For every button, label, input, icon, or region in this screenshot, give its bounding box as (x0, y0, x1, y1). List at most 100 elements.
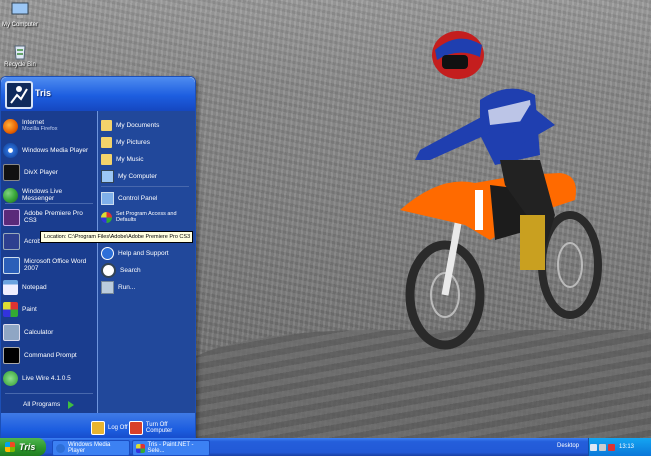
menu-separator (5, 203, 93, 204)
place-my-music[interactable]: My Music (101, 152, 193, 166)
media-player-icon (3, 142, 18, 158)
place-help-and-support[interactable]: Help and Support (101, 246, 193, 260)
place-my-pictures[interactable]: My Pictures (101, 135, 193, 149)
user-name: Tris (35, 88, 52, 98)
start-button-label: Tris (19, 442, 36, 452)
start-button[interactable]: Tris (0, 438, 46, 456)
desktop-toolbar-label[interactable]: Desktop (557, 443, 579, 449)
media-player-icon (56, 443, 65, 453)
all-programs-arrow-icon (68, 401, 74, 409)
search-icon (101, 262, 116, 278)
log-off-label: Log Off (108, 425, 128, 431)
place-control-panel[interactable]: Control Panel (101, 191, 193, 205)
desktop-icon-label: My Computer (1, 22, 38, 28)
place-title: Help and Support (118, 249, 169, 257)
place-title: Run... (118, 283, 136, 291)
place-title: Control Panel (118, 194, 158, 202)
volume-icon[interactable] (599, 443, 606, 451)
recent-item-title: Paint (22, 305, 37, 313)
my-computer-icon (11, 2, 29, 18)
taskbar-item-paint[interactable]: Tris - Paint.NET - Sele... (132, 440, 210, 456)
taskbar-item-label: Windows Media Player (68, 442, 111, 454)
place-my-computer[interactable]: My Computer (101, 169, 193, 183)
recent-item-notepad[interactable]: Notepad (3, 277, 95, 297)
recent-item-title: Adobe Premiere Pro CS3 (24, 210, 83, 224)
place-title: Set Program Access and Defaults (116, 211, 177, 223)
place-search[interactable]: Search (101, 262, 193, 278)
desktop-icon-my-computer[interactable]: My Computer (0, 2, 40, 28)
taskbar-item-label: Tris - Paint.NET - Sele... (147, 442, 194, 454)
clock[interactable]: 13:13 (619, 444, 634, 450)
pinned-item-windows-live-messenger[interactable]: Windows Live Messenger (3, 185, 95, 205)
folder-icon (101, 119, 112, 131)
run-icon (101, 280, 114, 294)
pinned-item-title: Windows Media Player (22, 146, 89, 154)
acrobat-icon (3, 232, 20, 250)
folder-icon (101, 136, 112, 148)
recent-item-command-prompt[interactable]: Command Prompt (3, 345, 95, 365)
recent-item-title: Live Wire 4.1.0.5 (22, 374, 71, 382)
log-off-button[interactable]: Log Off (91, 421, 128, 435)
turn-off-button[interactable]: Turn Off Computer (129, 421, 195, 435)
security-icon[interactable] (608, 443, 615, 451)
log-off-icon (91, 421, 105, 435)
place-program-defaults[interactable]: Set Program Access and Defaults (101, 208, 193, 226)
place-run[interactable]: Run... (101, 280, 193, 294)
wallpaper-motocross-rider (400, 31, 602, 350)
control-panel-icon (101, 191, 114, 205)
messenger-icon (3, 187, 18, 203)
place-title: My Music (116, 155, 144, 163)
recent-item-title: Calculator (24, 328, 54, 336)
computer-icon (101, 169, 114, 183)
pinned-item-title: DivX Player (24, 168, 58, 176)
desktop-icon-recycle-bin[interactable]: Recycle Bin (0, 42, 40, 68)
limewire-icon (3, 370, 18, 386)
place-title: My Computer (118, 172, 158, 180)
divx-icon (3, 163, 20, 181)
recent-item-word[interactable]: Microsoft Office Word 2007 (3, 255, 95, 275)
user-avatar-icon (10, 86, 28, 104)
place-my-documents[interactable]: My Documents (101, 118, 193, 132)
recent-item-limewire[interactable]: Live Wire 4.1.0.5 (3, 368, 95, 388)
tooltip: Location: C:\Program Files\Adobe\Adobe P… (40, 231, 193, 243)
recent-item-calculator[interactable]: Calculator (3, 322, 95, 342)
power-icon (129, 421, 143, 435)
recent-item-title: Command Prompt (24, 351, 77, 359)
paint-icon (3, 301, 18, 317)
start-menu-header: Tris (1, 77, 195, 111)
avatar[interactable] (5, 81, 33, 109)
taskbar: Tris Windows Media Player Tris - Paint.N… (0, 438, 651, 456)
help-icon (101, 246, 114, 260)
network-icon[interactable] (590, 443, 597, 451)
calculator-icon (3, 323, 20, 341)
firefox-icon (3, 118, 18, 134)
menu-separator (101, 186, 189, 187)
recent-item-title: Notepad (22, 283, 47, 291)
place-title: Search (120, 266, 141, 274)
pinned-item-title: Internet (22, 119, 45, 126)
premiere-icon (3, 208, 20, 226)
pinned-item-subtitle: Mozilla Firefox (22, 126, 58, 132)
windows-flag-icon (5, 442, 15, 452)
defaults-icon (101, 211, 112, 223)
menu-separator (5, 393, 93, 394)
place-title: My Documents (116, 121, 160, 129)
pinned-item-title: Windows Live Messenger (22, 188, 63, 202)
turn-off-label: Turn Off Computer (145, 422, 173, 434)
taskbar-item-media-player[interactable]: Windows Media Player (52, 440, 130, 456)
all-programs-button[interactable]: All Programs (23, 401, 60, 408)
pinned-item-windows-media-player[interactable]: Windows Media Player (3, 140, 95, 160)
word-icon (3, 256, 20, 274)
place-title: My Pictures (116, 138, 150, 146)
start-menu: Tris Internet Mozilla Firefox Windows Med… (0, 76, 196, 441)
command-prompt-icon (3, 346, 20, 364)
notepad-icon (3, 279, 18, 295)
recent-item-title: Microsoft Office Word 2007 (24, 258, 87, 272)
pinned-item-divx-player[interactable]: DivX Player (3, 162, 95, 182)
recent-item-paint[interactable]: Paint (3, 299, 95, 319)
paint-icon (136, 443, 145, 453)
recycle-bin-icon (14, 45, 26, 60)
recent-item-premiere[interactable]: Adobe Premiere Pro CS3 (3, 207, 95, 227)
folder-icon (101, 153, 112, 165)
pinned-item-internet[interactable]: Internet Mozilla Firefox (3, 116, 95, 136)
